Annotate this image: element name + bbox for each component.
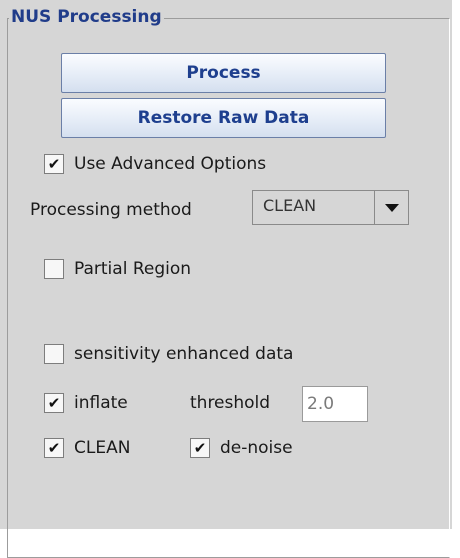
partial-region-checkbox[interactable] bbox=[44, 259, 64, 279]
denoise-checkbox[interactable]: ✔ bbox=[190, 438, 210, 458]
processing-method-label: Processing method bbox=[30, 200, 192, 220]
processing-method-select[interactable]: CLEAN bbox=[252, 190, 409, 225]
clean-label: CLEAN bbox=[74, 438, 131, 458]
threshold-label: threshold bbox=[190, 393, 271, 413]
chevron-down-icon[interactable] bbox=[374, 191, 408, 224]
advanced-options-label: Use Advanced Options bbox=[74, 154, 267, 174]
checkmark-icon: ✔ bbox=[47, 438, 61, 457]
denoise-label: de-noise bbox=[220, 438, 293, 458]
process-button[interactable]: Process bbox=[61, 53, 386, 93]
advanced-options-checkbox[interactable]: ✔ bbox=[44, 154, 64, 174]
threshold-input[interactable] bbox=[302, 386, 368, 422]
clean-checkbox[interactable]: ✔ bbox=[44, 438, 64, 458]
partial-region-label: Partial Region bbox=[74, 259, 192, 279]
sensitivity-enhanced-checkbox[interactable] bbox=[44, 344, 64, 364]
nus-processing-panel: NUS Processing Process Restore Raw Data … bbox=[0, 0, 452, 558]
checkmark-icon: ✔ bbox=[47, 154, 61, 173]
checkmark-icon: ✔ bbox=[47, 393, 61, 412]
processing-method-value: CLEAN bbox=[263, 196, 317, 215]
inflate-checkbox[interactable]: ✔ bbox=[44, 393, 64, 413]
sensitivity-enhanced-label: sensitivity enhanced data bbox=[74, 344, 294, 364]
restore-raw-data-button[interactable]: Restore Raw Data bbox=[61, 98, 386, 138]
panel-title: NUS Processing bbox=[9, 5, 164, 29]
checkmark-icon: ✔ bbox=[193, 438, 207, 457]
inflate-label: inflate bbox=[74, 393, 128, 413]
